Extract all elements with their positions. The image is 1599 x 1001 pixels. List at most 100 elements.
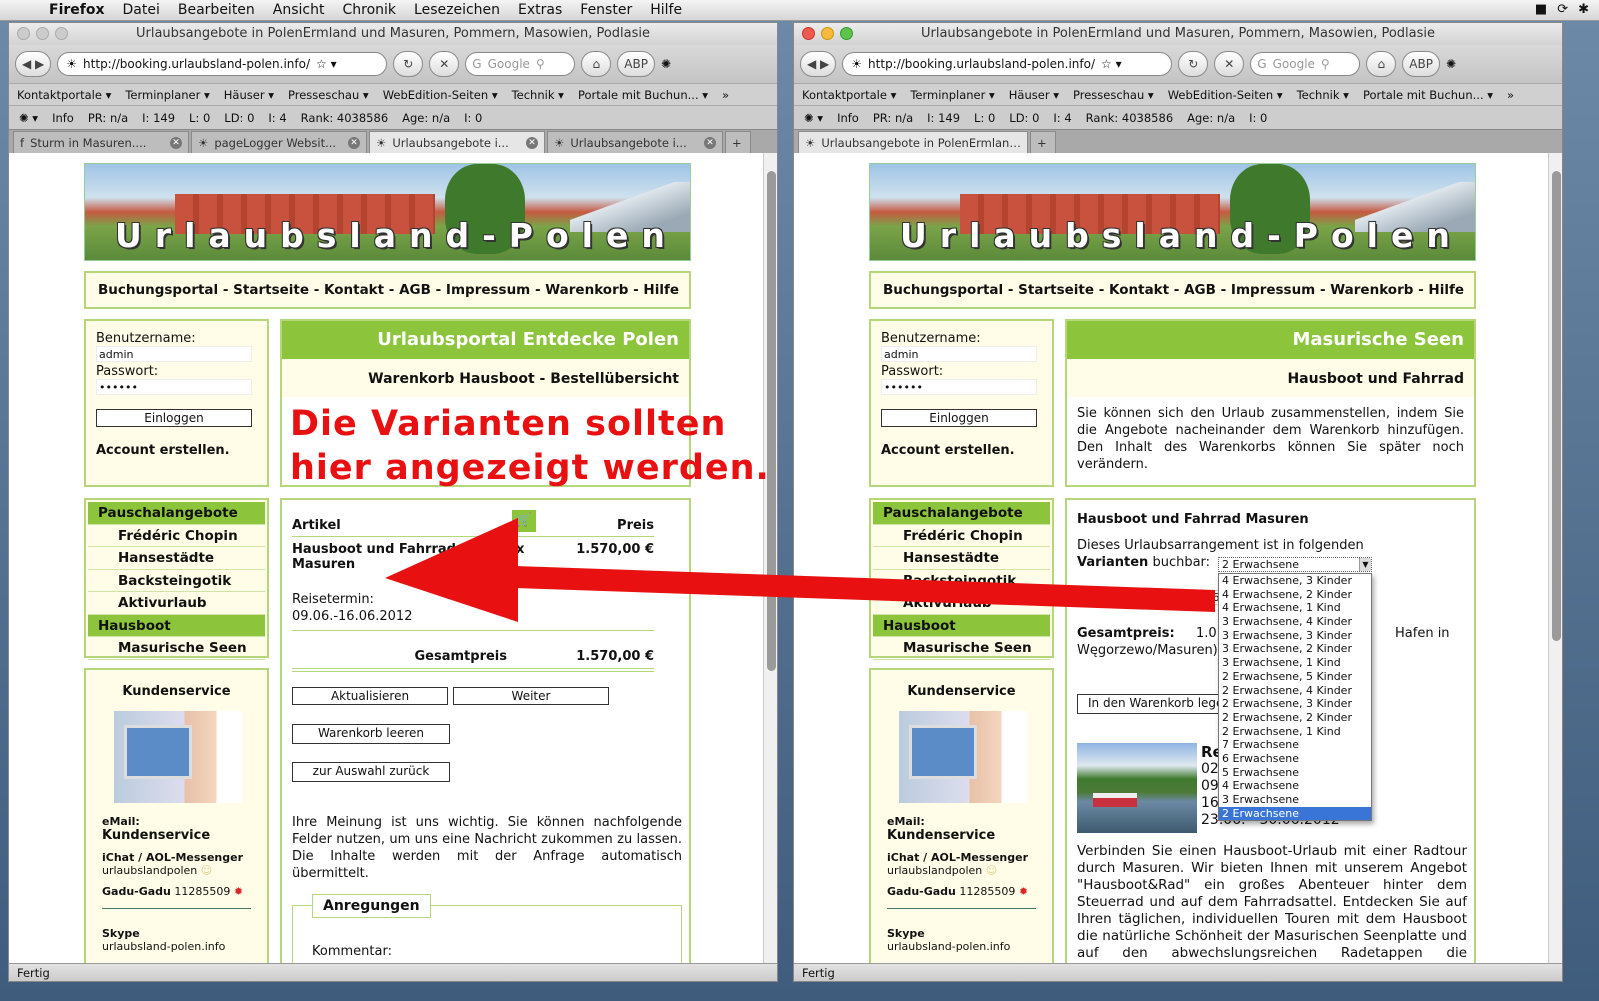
bookmark-folder[interactable]: WebEdition-Seiten ▾ (383, 88, 498, 102)
menu-firefox[interactable]: Firefox (40, 2, 114, 18)
variant-option[interactable]: 2 Erwachsene, 4 Kinder (1219, 684, 1371, 698)
bookmark-folder[interactable]: Presseschau ▾ (1073, 88, 1154, 102)
time-machine-icon[interactable]: ⟳ (1557, 2, 1568, 17)
chevron-down-icon[interactable]: ▼ (1359, 558, 1371, 571)
next-button[interactable]: Weiter (453, 687, 609, 705)
dropbox-icon[interactable]: ■ (1535, 2, 1547, 17)
bluetooth-icon[interactable]: ✱ (1578, 2, 1589, 17)
menu-masurische-seen[interactable]: Masurische Seen (873, 637, 1050, 660)
variant-option[interactable]: 2 Erwachsene, 2 Kinder (1219, 711, 1371, 725)
menu-pauschalangebote[interactable]: Pauschalangebote (873, 502, 1050, 525)
tab-close-icon[interactable]: ✕ (348, 136, 360, 149)
bookmark-star-icon[interactable]: ☆ ▾ (1101, 57, 1122, 71)
variant-option[interactable]: 4 Erwachsene, 1 Kind (1219, 601, 1371, 615)
variant-option[interactable]: 4 Erwachsene, 2 Kinder (1219, 588, 1371, 602)
variant-option[interactable]: 6 Erwachsene (1219, 752, 1371, 766)
minimize-button[interactable] (821, 27, 834, 40)
url-bar[interactable]: ☀ http://booking.urlaubsland-polen.info/ ☆… (57, 52, 388, 76)
menu-hausboot[interactable]: Hausboot (873, 614, 1050, 637)
ichat-value[interactable]: urlaubslandpolen (102, 864, 197, 877)
zoom-button[interactable] (840, 27, 853, 40)
seo-metric[interactable]: LD: 0 (1009, 111, 1039, 125)
seo-metric[interactable]: I: 0 (1249, 111, 1267, 125)
browser-tab[interactable]: ☀ Urlaubsangebote i... ✕ (547, 131, 723, 153)
variant-option[interactable]: 2 Erwachsene, 1 Kind (1219, 725, 1371, 739)
window-controls[interactable] (802, 27, 853, 40)
tab-close-icon[interactable]: ✕ (704, 136, 716, 149)
url-text[interactable]: http://booking.urlaubsland-polen.info/ (868, 57, 1095, 71)
window-controls[interactable] (17, 27, 68, 40)
seo-metric[interactable]: I: 149 (927, 111, 960, 125)
browser-tab[interactable]: ☀ Urlaubsangebote i... ✕ (369, 131, 545, 153)
login-button[interactable]: Einloggen (96, 409, 252, 427)
menu-hilfe[interactable]: Hilfe (641, 2, 691, 18)
seo-metric[interactable]: L: 0 (189, 111, 210, 125)
variant-select[interactable]: 2 Erwachsene ▼ (1218, 557, 1372, 572)
seo-addon-icon[interactable]: ✺ (1446, 57, 1456, 71)
bookmark-folder[interactable]: Portale mit Buchun... ▾ (578, 88, 708, 102)
search-icon[interactable]: ⚲ (536, 57, 545, 71)
email-link[interactable]: Kundenservice (887, 828, 995, 843)
back-forward-button[interactable]: ◀ ▶ (800, 51, 837, 77)
seo-metric[interactable]: Age: n/a (1187, 111, 1235, 125)
close-button[interactable] (17, 27, 30, 40)
url-bar[interactable]: ☀ http://booking.urlaubsland-polen.info/ ☆… (842, 52, 1173, 76)
home-button[interactable]: ⌂ (581, 51, 612, 77)
bookmark-folder[interactable]: Häuser ▾ (1009, 88, 1059, 102)
tab-close-icon[interactable]: ✕ (526, 136, 538, 149)
update-button[interactable]: Aktualisieren (292, 687, 448, 705)
menu-hansestaedte[interactable]: Hansestädte (873, 547, 1050, 570)
variant-option[interactable]: 7 Erwachsene (1219, 738, 1371, 752)
seo-addon-icon[interactable]: ✺ (661, 57, 671, 71)
variant-option[interactable]: 4 Erwachsene (1219, 779, 1371, 793)
vertical-scrollbar[interactable] (763, 153, 777, 963)
menu-aktivurlaub[interactable]: Aktivurlaub (88, 592, 265, 615)
menu-hausboot[interactable]: Hausboot (88, 614, 265, 637)
username-input[interactable]: admin (96, 346, 252, 362)
site-banner[interactable]: Urlaubsland-Polen (869, 163, 1476, 261)
variant-option[interactable]: 2 Erwachsene, 3 Kinder (1219, 697, 1371, 711)
vertical-scrollbar[interactable] (1548, 153, 1562, 963)
password-input[interactable]: •••••• (881, 379, 1037, 395)
seo-metric[interactable]: I: 0 (464, 111, 482, 125)
seo-metric[interactable]: LD: 0 (224, 111, 254, 125)
bookmark-folder[interactable]: Kontaktportale ▾ (17, 88, 111, 102)
variant-option[interactable]: 3 Erwachsene (1219, 793, 1371, 807)
back-forward-button[interactable]: ◀ ▶ (15, 51, 52, 77)
seo-addon-icon[interactable]: ✺ ▾ (19, 111, 38, 125)
bookmark-folder[interactable]: Häuser ▾ (224, 88, 274, 102)
menu-hansestaedte[interactable]: Hansestädte (88, 547, 265, 570)
bookmark-folder[interactable]: » (722, 88, 729, 102)
password-input[interactable]: •••••• (96, 379, 252, 395)
seo-metric[interactable]: PR: n/a (873, 111, 913, 125)
adblock-icon[interactable]: ABP (617, 51, 655, 77)
menu-backsteingotik[interactable]: Backsteingotik (88, 570, 265, 592)
new-tab-button[interactable]: + (1030, 131, 1056, 153)
clear-cart-button[interactable]: Warenkorb leeren (292, 724, 450, 744)
seo-metric[interactable]: Rank: 4038586 (301, 111, 388, 125)
bookmark-folder[interactable]: Terminplaner ▾ (910, 88, 994, 102)
create-account-link[interactable]: Account erstellen. (96, 443, 257, 458)
skype-value[interactable]: urlaubsland-polen.info (102, 940, 251, 953)
home-button[interactable]: ⌂ (1366, 51, 1397, 77)
skype-value[interactable]: urlaubsland-polen.info (887, 940, 1036, 953)
seo-addon-icon[interactable]: ✺ ▾ (804, 111, 823, 125)
site-nav[interactable]: Buchungsportal - Startseite - Kontakt - … (84, 271, 691, 309)
login-button[interactable]: Einloggen (881, 409, 1037, 427)
menu-chopin[interactable]: Frédéric Chopin (873, 525, 1050, 547)
close-button[interactable] (802, 27, 815, 40)
tab-close-icon[interactable]: ✕ (170, 136, 182, 149)
menu-lesezeichen[interactable]: Lesezeichen (405, 2, 509, 18)
menu-masurische-seen[interactable]: Masurische Seen (88, 637, 265, 660)
menu-ansicht[interactable]: Ansicht (264, 2, 334, 18)
variant-option[interactable]: 3 Erwachsene, 4 Kinder (1219, 615, 1371, 629)
variant-option[interactable]: 2 Erwachsene, 5 Kinder (1219, 670, 1371, 684)
menu-aktivurlaub[interactable]: Aktivurlaub (873, 592, 1050, 615)
menu-pauschalangebote[interactable]: Pauschalangebote (88, 502, 265, 525)
gadu-value[interactable]: 11285509 (959, 885, 1015, 898)
browser-tab[interactable]: ☀ Urlaubsangebote in PolenErmland... (798, 131, 1028, 153)
add-to-cart-button[interactable]: In den Warenkorb lege (1077, 694, 1227, 714)
site-nav[interactable]: Buchungsportal - Startseite - Kontakt - … (869, 271, 1476, 309)
bookmark-folder[interactable]: » (1507, 88, 1514, 102)
seo-metric[interactable]: Rank: 4038586 (1086, 111, 1173, 125)
